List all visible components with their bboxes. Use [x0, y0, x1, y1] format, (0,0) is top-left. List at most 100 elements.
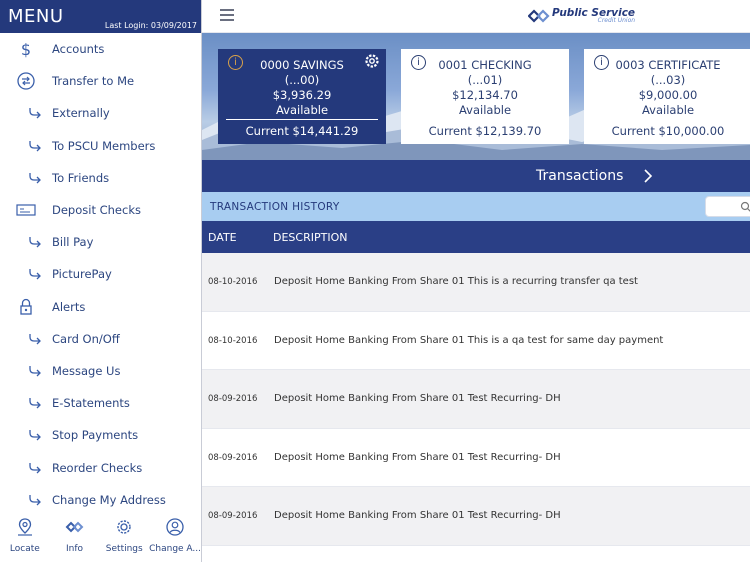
sidebar-item-picturepay[interactable]: PicturePay: [0, 258, 201, 290]
sidebar-nav: $ Accounts Transfer to Me Externally To PSCU…: [0, 33, 201, 516]
table-row[interactable]: 08-10-2016 Deposit Home Banking From Shar…: [202, 311, 750, 370]
arrow-icon: [24, 135, 46, 157]
sidebar-item-label: Transfer to Me: [52, 74, 135, 89]
footer-label: Locate: [9, 544, 40, 554]
brand-subtitle: Credit Union: [597, 17, 636, 25]
sidebar-item-bill-pay[interactable]: Bill Pay: [0, 226, 201, 258]
arrow-icon: [24, 489, 46, 511]
transfer-icon: [15, 70, 37, 92]
arrow-icon: [24, 102, 46, 124]
sidebar-item-label: Externally: [52, 106, 110, 121]
sidebar-item-label: Message Us: [52, 363, 121, 378]
account-name: 0001 CHECKING: [438, 58, 532, 72]
last-login: Last Login: 03/09/2017: [104, 21, 197, 30]
arrow-icon: [24, 263, 46, 285]
sidebar-item-e-statements[interactable]: E-Statements: [0, 387, 201, 419]
transaction-list: 08-10-2016 Deposit Home Banking From Shar…: [202, 253, 750, 546]
sidebar-item-label: Deposit Checks: [52, 203, 141, 218]
row-description: Deposit Home Banking From Share 01 This …: [274, 334, 664, 346]
accounts-banner: i 0000 SAVINGS (...00) $3,936.29 Available Cu…: [202, 33, 750, 160]
footer-locate[interactable]: Locate: [0, 514, 50, 562]
sidebar-item-to-friends[interactable]: To Friends: [0, 162, 201, 194]
account-balance: $9,000.00: [638, 88, 698, 102]
sidebar-item-label: To PSCU Members: [52, 138, 156, 153]
account-balance: $12,134.70: [452, 88, 518, 102]
sidebar-item-label: Change My Address: [52, 492, 166, 507]
brand-logo: Public Service Credit Union: [528, 7, 635, 25]
column-description: DESCRIPTION: [273, 231, 348, 244]
footer-label: Settings: [105, 544, 143, 554]
sidebar-item-message-us[interactable]: Message Us: [0, 355, 201, 387]
sidebar-item-label: Stop Payments: [52, 428, 139, 443]
row-description: Deposit Home Banking From Share 01 This …: [274, 276, 638, 287]
row-date: 08-09-2016: [208, 394, 258, 404]
sidebar-item-deposit-checks[interactable]: Deposit Checks: [0, 194, 201, 226]
check-icon: [15, 199, 37, 221]
arrow-icon: [24, 392, 46, 414]
top-bar: Public Service Credit Union: [202, 0, 750, 33]
table-row[interactable]: 08-09-2016 Deposit Home Banking From Shar…: [202, 370, 750, 429]
sidebar-item-label: Card On/Off: [52, 331, 120, 346]
sidebar-item-label: PicturePay: [52, 267, 112, 282]
hamburger-menu-icon[interactable]: [220, 9, 234, 21]
current-balance: Current $10,000.00: [611, 124, 725, 138]
sidebar-item-change-my-address[interactable]: Change My Address: [0, 484, 201, 516]
account-balance: $3,936.29: [272, 88, 332, 102]
row-description: Deposit Home Banking From Share 01 Test …: [274, 510, 561, 521]
sidebar-item-accounts[interactable]: $ Accounts: [0, 33, 201, 65]
current-balance: Current $12,139.70: [428, 124, 542, 138]
current-balance: Current $14,441.29: [245, 124, 359, 138]
footer-info[interactable]: Info: [50, 514, 100, 562]
available-label: Available: [275, 103, 329, 117]
sidebar-item-label: Bill Pay: [52, 235, 94, 250]
menu-title: MENU: [8, 6, 64, 27]
logo-icon: [528, 9, 550, 23]
arrow-icon: [24, 167, 46, 189]
account-number: (...03): [650, 73, 686, 87]
table-header: DATE DESCRIPTION: [202, 221, 750, 253]
sidebar-item-externally[interactable]: Externally: [0, 97, 201, 129]
arrow-icon: [24, 328, 46, 350]
sidebar-item-label: E-Statements: [52, 396, 130, 411]
footer-change-account[interactable]: Change A...: [149, 514, 201, 562]
row-date: 08-09-2016: [208, 511, 258, 521]
history-bar: TRANSACTION HISTORY: [202, 192, 750, 221]
transactions-bar[interactable]: Transactions: [202, 160, 750, 192]
account-name: 0000 SAVINGS: [260, 58, 344, 72]
account-card[interactable]: i 0000 SAVINGS (...00) $3,936.29 Available Cu…: [218, 49, 386, 144]
footer-label: Info: [66, 544, 84, 554]
account-card[interactable]: i 0001 CHECKING (...01) $12,134.70 Available…: [401, 49, 569, 144]
sidebar-item-stop-payments[interactable]: Stop Payments: [0, 419, 201, 451]
sidebar-footer: Locate Info Settings Change A...: [0, 514, 201, 562]
sidebar-item-transfer-to-me[interactable]: Transfer to Me: [0, 65, 201, 97]
table-row[interactable]: 08-09-2016 Deposit Home Banking From Shar…: [202, 487, 750, 546]
sidebar-item-reorder-checks[interactable]: Reorder Checks: [0, 451, 201, 483]
column-date: DATE: [208, 231, 237, 244]
sidebar-item-to-pscu-members[interactable]: To PSCU Members: [0, 130, 201, 162]
svg-text:$: $: [21, 40, 31, 58]
table-row[interactable]: 08-09-2016 Deposit Home Banking From Shar…: [202, 428, 750, 487]
account-card[interactable]: i 0003 CERTIFICATE (...03) $9,000.00 Availab…: [584, 49, 750, 144]
main-panel: Public Service Credit Union i 0000 SAVING…: [202, 0, 750, 562]
gear-icon: [112, 516, 136, 538]
lock-icon: [15, 296, 37, 318]
row-description: Deposit Home Banking From Share 01 Test …: [274, 393, 561, 404]
row-date: 08-10-2016: [208, 335, 258, 346]
account-name: 0003 CERTIFICATE: [615, 58, 721, 72]
available-label: Available: [641, 103, 695, 117]
row-date: 08-10-2016: [208, 277, 258, 287]
sidebar-item-label: Accounts: [52, 42, 105, 57]
card-divider: [226, 119, 378, 120]
arrow-icon: [24, 231, 46, 253]
arrow-icon: [24, 424, 46, 446]
table-row[interactable]: 08-10-2016 Deposit Home Banking From Shar…: [202, 253, 750, 312]
sidebar-item-card-on-off[interactable]: Card On/Off: [0, 323, 201, 355]
menu-header: MENU Last Login: 03/09/2017: [0, 0, 201, 33]
account-number: (...00): [284, 73, 320, 87]
dollar-icon: $: [15, 38, 37, 60]
search-input[interactable]: [705, 196, 750, 217]
sidebar-item-alerts[interactable]: Alerts: [0, 291, 201, 323]
transactions-label: Transactions: [536, 168, 624, 184]
account-number: (...01): [467, 73, 503, 87]
footer-settings[interactable]: Settings: [99, 514, 149, 562]
